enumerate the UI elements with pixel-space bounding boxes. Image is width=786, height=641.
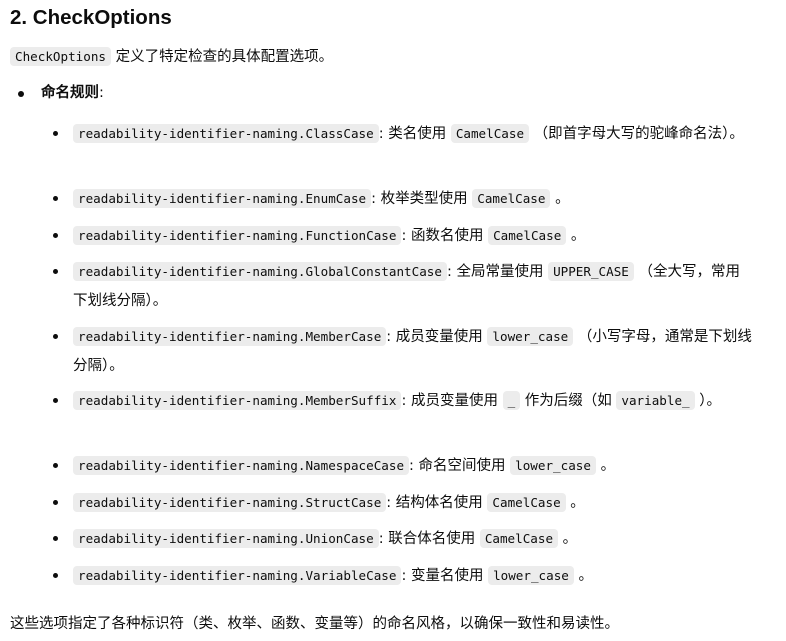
list-item: readability-identifier-naming.VariableCa… (53, 561, 753, 591)
option-desc: : 联合体名使用 (378, 531, 480, 547)
list-item: readability-identifier-naming.StructCase… (53, 488, 753, 518)
option-desc-tail: 。 (595, 458, 616, 474)
option-desc: : 成员变量使用 (401, 393, 503, 409)
bullet-icon (53, 573, 58, 578)
inline-code: CheckOptions (10, 47, 111, 66)
option-key: readability-identifier-naming.StructCase (73, 493, 387, 512)
option-example: variable_ (616, 391, 695, 410)
option-desc-tail: （即首字母大写的驼峰命名法）。 (529, 126, 744, 142)
option-desc: : 全局常量使用 (446, 264, 549, 280)
intro-text: 定义了特定检查的具体配置选项。 (111, 49, 334, 65)
option-desc: : 结构体名使用 (386, 495, 488, 511)
option-desc-tail: 。 (558, 531, 578, 547)
bullet-icon (53, 398, 58, 403)
bullet-icon (53, 500, 58, 505)
option-value: CamelCase (450, 124, 530, 143)
option-value: _ (502, 391, 521, 410)
bullet-icon (53, 536, 58, 541)
option-value: lower_case (487, 327, 574, 346)
option-key: readability-identifier-naming.ClassCase (73, 124, 379, 143)
bullet-icon (53, 463, 58, 468)
list-item: readability-identifier-naming.MemberCase… (53, 322, 753, 381)
option-key: readability-identifier-naming.EnumCase (73, 189, 372, 208)
list-item: readability-identifier-naming.GlobalCons… (53, 257, 753, 316)
option-value: CamelCase (479, 529, 559, 548)
option-value: CamelCase (488, 226, 567, 245)
option-value: lower_case (488, 566, 574, 585)
option-desc-tail: ）。 (694, 393, 721, 409)
summary-paragraph: 这些选项指定了各种标识符（类、枚举、函数、变量等）的命名风格，以确保一致性和易读… (10, 616, 619, 632)
option-desc-mid: 作为后缀（如 (520, 393, 617, 409)
option-key: readability-identifier-naming.VariableCa… (73, 566, 402, 585)
option-key: readability-identifier-naming.NamespaceC… (73, 456, 410, 475)
option-key: readability-identifier-naming.UnionCase (73, 529, 379, 548)
intro-paragraph: CheckOptions 定义了特定检查的具体配置选项。 (10, 44, 333, 70)
option-key: readability-identifier-naming.FunctionCa… (73, 226, 402, 245)
option-desc: : 成员变量使用 (386, 329, 488, 345)
option-desc-tail: 。 (565, 495, 585, 511)
option-value: CamelCase (487, 493, 566, 512)
option-desc: : 枚举类型使用 (371, 191, 473, 207)
option-desc-tail: 。 (550, 191, 570, 207)
bullet-icon (53, 131, 58, 136)
list-item: readability-identifier-naming.UnionCase:… (53, 524, 753, 554)
list-item: readability-identifier-naming.FunctionCa… (53, 221, 753, 251)
option-key: readability-identifier-naming.MemberSuff… (73, 391, 402, 410)
option-desc: : 函数名使用 (401, 228, 489, 244)
bullet-icon (53, 269, 58, 274)
list-item: readability-identifier-naming.ClassCase:… (53, 119, 753, 149)
bullet-icon (53, 334, 58, 339)
section-heading: 2. CheckOptions (10, 6, 172, 29)
list-item: readability-identifier-naming.MemberSuff… (53, 386, 753, 416)
naming-rules-label: 命名规则 (41, 85, 99, 101)
option-desc: : 变量名使用 (401, 568, 489, 584)
option-value: CamelCase (472, 189, 551, 208)
option-desc: : 命名空间使用 (409, 458, 511, 474)
bullet-icon (53, 196, 58, 201)
option-desc-tail: 。 (566, 228, 586, 244)
list-item: readability-identifier-naming.NamespaceC… (53, 451, 753, 481)
option-desc: : 类名使用 (378, 126, 451, 142)
option-value: UPPER_CASE (548, 262, 634, 281)
list-item: readability-identifier-naming.EnumCase: … (53, 184, 753, 214)
naming-rules-colon: : (99, 85, 104, 101)
bullet-icon (18, 91, 24, 97)
option-key: readability-identifier-naming.MemberCase (73, 327, 387, 346)
option-desc-tail: 。 (573, 568, 593, 584)
option-value: lower_case (510, 456, 596, 475)
bullet-icon (53, 233, 58, 238)
option-key: readability-identifier-naming.GlobalCons… (73, 262, 447, 281)
